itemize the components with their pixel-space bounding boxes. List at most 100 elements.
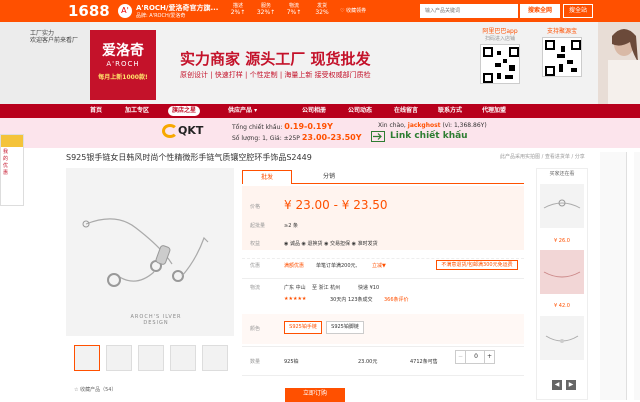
greeting: Xin chào, jackghost (vì: 1,368.86Y) — [378, 122, 487, 129]
sku-stock: 4712条可售 — [410, 359, 438, 365]
nav-news[interactable]: 公司动态 — [348, 104, 372, 118]
qr-app-sub: 扫码进入店铺 — [484, 36, 515, 42]
nav-star[interactable]: 旗店之星 — [168, 106, 201, 116]
next-arrow-icon[interactable]: ▶ — [566, 380, 576, 390]
recommended-item[interactable] — [540, 184, 584, 228]
plus-button[interactable]: + — [484, 351, 494, 363]
thumbnail[interactable] — [106, 345, 132, 371]
shop-subtitle: 品牌: A'ROCH/爱洛奇 — [136, 13, 186, 19]
nav-products[interactable]: 供应产品 ▾ — [228, 104, 257, 118]
product-small-note[interactable]: 此产品采用实拍图 / 查看进货单 / 分享 — [500, 153, 585, 160]
prev-arrow-icon[interactable]: ◀ — [552, 380, 562, 390]
banner-slogan: 实力商家 源头工厂 现货批发 — [180, 50, 371, 68]
qr-code-icon — [480, 44, 520, 84]
brand-name-en: A'ROCH — [106, 60, 140, 68]
nav-message[interactable]: 在线留言 — [394, 104, 418, 118]
moq-label: 起批量 — [250, 223, 266, 229]
image-brand-mark: AROCH'S ILVER DESIGN — [130, 314, 182, 326]
moq-value: ≥2 条 — [284, 223, 298, 229]
price-value: ¥ 23.00 - ¥ 23.50 — [284, 198, 388, 212]
qr-code-icon — [542, 37, 582, 77]
logistics-to[interactable]: 至 浙江 杭州 — [312, 284, 340, 291]
qr-app-label: 阿里巴巴app — [482, 28, 518, 35]
nav-home[interactable]: 首页 — [90, 104, 102, 118]
nav-agent[interactable]: 代理加盟 — [482, 104, 506, 118]
total-discount: Tổng chiết khấu: 0.19-0.19Y — [232, 122, 333, 131]
model-photo — [598, 22, 640, 104]
deal-desc: 单笔订单满200元, — [316, 263, 358, 269]
favorite-link[interactable]: ♡ 收藏领券 — [340, 7, 366, 14]
review-count[interactable]: 366条评价 — [384, 296, 409, 303]
stat-service: 服务 32%↑ — [256, 3, 276, 16]
product-main-image[interactable]: AROCH'S ILVER DESIGN — [66, 168, 234, 336]
color-option[interactable]: S925铂脚链 — [326, 321, 364, 334]
sku-name: 925铂 — [284, 359, 299, 365]
collect-product[interactable]: ☆ 收藏产品（54） — [74, 386, 116, 393]
price-label: 价格 — [250, 204, 261, 210]
shop-nav: 首页 加工专区 旗店之星 供应产品 ▾ 公司相册 公司动态 在线留言 联系方式 … — [0, 104, 640, 118]
site-logo[interactable]: 1688 — [68, 2, 110, 20]
stat-logistics: 物流 7%↑ — [286, 3, 302, 16]
service-label: 权益 — [250, 241, 261, 247]
banner-slogan-sub: 原创设计 | 快速打样 | 个性定制 | 海量上新 接受权威部门质检 — [180, 71, 371, 79]
shop-qr-block[interactable]: 支持聚源宝 — [536, 26, 588, 77]
deal-link[interactable]: 立减▼ — [372, 262, 386, 269]
quantity-value[interactable]: 0 — [466, 351, 486, 363]
nav-contact[interactable]: 联系方式 — [438, 104, 462, 118]
logistics-fee: 快递 ¥10 — [358, 285, 380, 291]
stat-shipping: 发货 32% — [315, 3, 329, 16]
search-all-button[interactable]: 搜索全网 — [520, 4, 560, 18]
color-option[interactable]: S925铂手链 — [284, 321, 322, 334]
tab-wholesale[interactable]: 批发 — [242, 170, 292, 184]
qr-shop-label: 支持聚源宝 — [546, 28, 577, 35]
logistics-label: 物流 — [250, 285, 261, 291]
thumbnail[interactable] — [138, 345, 164, 371]
recommended-price: ¥ 42.0 — [554, 303, 570, 309]
qkt-logo-icon — [162, 124, 178, 138]
link-arrow-icon — [371, 131, 385, 142]
deal-tag: 满额优惠 — [284, 263, 305, 269]
brand-name-cn: 爱洛奇 — [102, 43, 144, 59]
top-bar: 1688 A' A'ROCH/爱洛奇官方旗... 品牌: A'ROCH/爱洛奇 … — [0, 0, 640, 22]
stat-description: 描述 2%↑ — [230, 3, 246, 16]
recent-deals[interactable]: 30天内 123条成交 — [330, 296, 373, 303]
scrollbar[interactable] — [626, 152, 634, 400]
thumbnail[interactable] — [202, 345, 228, 371]
service-value: ◉ 诚品 ◉ 退换货 ◉ 交易担保 ◉ 准时发货 — [284, 241, 378, 247]
quantity-label: 数量 — [250, 359, 261, 365]
quantity-price: Số lượng: 1, Giá: ±25P 23.00-23.50Y — [232, 133, 362, 142]
sku-price: 23.00元 — [358, 359, 378, 365]
widget-header — [1, 135, 23, 147]
widget-text: 我的优惠 — [3, 149, 9, 176]
recommended-price: ¥ 26.0 — [554, 238, 570, 244]
bracelet-image — [82, 218, 209, 287]
search-input[interactable] — [420, 4, 518, 18]
right-toolbar — [600, 152, 640, 400]
brand-tagline: 每月上新1000款! — [98, 74, 148, 81]
thumbnail[interactable] — [170, 345, 196, 371]
coupon-banner[interactable]: 不满意退货/包邮满300元免运费 — [436, 260, 518, 270]
rating-stars: ★★★★★ — [284, 296, 307, 302]
nav-processing[interactable]: 加工专区 — [125, 104, 149, 118]
tab-distribution[interactable]: 分销 — [304, 170, 354, 184]
app-qr-block[interactable]: 阿里巴巴app 扫码进入店铺 — [474, 26, 526, 84]
shop-badge-icon: A' — [118, 4, 132, 18]
logistics-from: 广东 中山 — [284, 285, 306, 291]
product-title: S925银手链女日韩风时尚个性精微形手链气质镶空腔环手饰品S2449 — [66, 153, 312, 162]
qkt-brand: QKT — [178, 124, 204, 137]
color-label: 颜色 — [250, 326, 261, 332]
minus-button[interactable]: − — [456, 351, 466, 363]
floating-coupon-widget[interactable]: 我的优惠 — [0, 134, 24, 206]
brand-logo[interactable]: 爱洛奇 A'ROCH 每月上新1000款! — [90, 30, 156, 100]
quantity-stepper[interactable]: − 0 + — [455, 350, 495, 364]
purchase-tabs: 批发 分销 — [242, 170, 524, 184]
thumbnail[interactable] — [74, 345, 100, 371]
logistics-row — [242, 278, 524, 308]
discount-link[interactable]: Link chiết khấu — [390, 131, 468, 141]
deal-label: 优惠 — [250, 263, 261, 269]
recommended-item[interactable] — [540, 316, 584, 360]
also-viewed-title: 买家还在看 — [549, 171, 575, 177]
nav-album[interactable]: 公司相册 — [302, 104, 326, 118]
search-shop-button[interactable]: 搜全站 — [563, 4, 593, 18]
recommended-item[interactable] — [540, 250, 584, 294]
